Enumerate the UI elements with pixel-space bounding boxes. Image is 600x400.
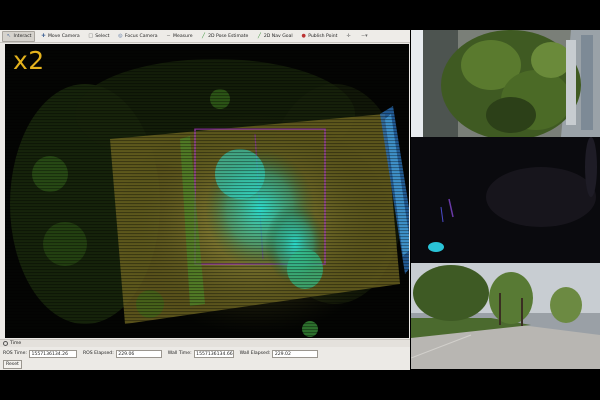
reset-row: Reset [0,360,410,369]
ros-time-label: ROS Time: [3,351,27,356]
publish-point-icon: ● [301,33,306,39]
clock-icon [3,341,8,346]
tool-focus-camera[interactable]: ◎ Focus Camera [114,31,160,42]
tool-label: Move Camera [47,33,80,39]
crosshair-icon: ✛ [346,33,351,39]
tool-move-camera[interactable]: ✚ Move Camera [37,31,82,42]
move-camera-icon: ✚ [41,33,46,39]
nav-goal-icon: ╱ [257,33,261,39]
side-cloud-view [411,137,600,263]
wall-time-label: Wall Time: [167,351,192,356]
time-panel-title: Time [10,341,22,346]
cursor-icon: ↖ [6,33,12,39]
tool-options-menu[interactable]: −▾ [358,31,372,42]
wall-elapsed-field[interactable]: 229.02 [272,349,319,358]
3d-viewport[interactable]: x2 [5,44,409,338]
point-cloud-render [5,44,409,338]
reset-button[interactable]: Reset [3,360,22,369]
tool-label: Select [95,33,110,39]
select-icon: □ [88,33,94,39]
wall-time-field[interactable]: 1557136134.66 [193,349,234,358]
tool-2d-pose-estimate[interactable]: ╱ 2D Pose Estimate [198,31,252,42]
toolbar: ↖ Interact ✚ Move Camera □ Select ◎ Focu… [0,30,410,43]
focus-camera-icon: ◎ [118,33,123,39]
tool-label: 2D Nav Goal [263,33,293,39]
tool-add-button[interactable]: ✛ [342,31,356,42]
tool-2d-nav-goal[interactable]: ╱ 2D Nav Goal [253,31,295,42]
tool-publish-point[interactable]: ● Publish Point [298,31,341,42]
ground-camera-view [411,263,600,369]
tool-label: 2D Pose Estimate [208,33,249,39]
wall-elapsed-label: Wall Elapsed: [239,351,271,356]
time-panel-fields: ROS Time: 1557136134.26 ROS Elapsed: 229… [0,348,410,359]
tool-measure[interactable]: ─ Measure [163,31,196,42]
playback-speed-label: x2 [13,46,45,75]
pose-estimate-icon: ╱ [202,33,206,39]
ground-camera-image [411,263,600,369]
tool-label: Focus Camera [124,33,158,39]
ros-elapsed-field[interactable]: 229.06 [115,349,162,358]
ros-elapsed-label: ROS Elapsed: [82,351,114,356]
rviz-window: ↖ Interact ✚ Move Camera □ Select ◎ Focu… [0,30,410,370]
tool-label: Measure [173,33,193,39]
aerial-camera-view [411,30,600,137]
tool-interact[interactable]: ↖ Interact [2,30,36,42]
tool-select[interactable]: □ Select [85,31,113,42]
side-cloud-image [411,137,600,263]
tool-label: Interact [13,33,32,39]
tool-label: Publish Point [308,33,338,39]
time-panel-header: Time [0,339,410,347]
ros-time-field[interactable]: 1557136134.26 [28,349,77,358]
aerial-camera-image [411,30,600,137]
chevron-down-icon: −▾ [360,33,368,39]
measure-icon: ─ [167,33,171,39]
